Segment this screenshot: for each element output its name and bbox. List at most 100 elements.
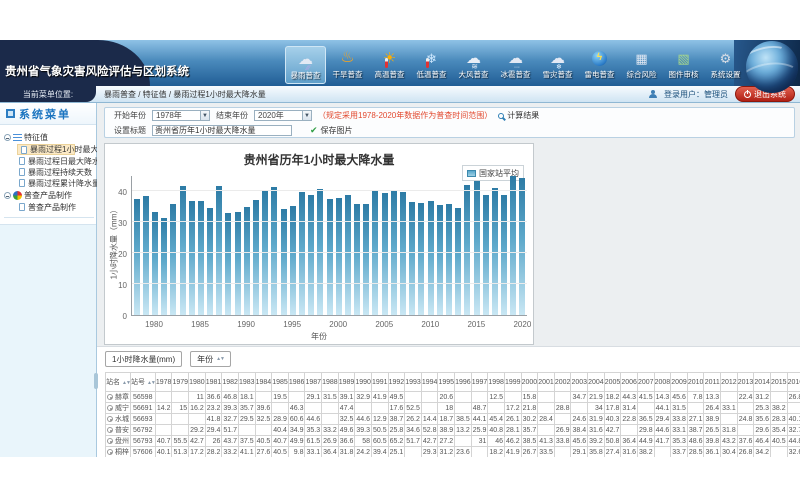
value-cell: 17.8 [604, 403, 621, 414]
value-cell [255, 392, 272, 403]
year-header-2016[interactable]: 2016 [787, 373, 800, 392]
station-name-header[interactable]: 站名 ▲▼ [106, 373, 131, 392]
table-row-57606[interactable]: 桐梓5760640.151.317.228.233.241.127.640.59… [106, 447, 800, 458]
sidebar-item-暴雨过程累计降水量[interactable]: 暴雨过程累计降水量 [17, 178, 94, 188]
year-header-2008[interactable]: 2008 [654, 373, 671, 392]
year-header-2014[interactable]: 2014 [754, 373, 771, 392]
year-header-1999[interactable]: 1999 [504, 373, 521, 392]
year-header-1987[interactable]: 1987 [305, 373, 322, 392]
year-header-1996[interactable]: 1996 [455, 373, 472, 392]
sidebar-group-特征值[interactable]: 特征值 [4, 132, 94, 143]
radio-icon[interactable] [107, 438, 113, 444]
station-id-header[interactable]: 站号 ▲▼ [131, 373, 156, 392]
station-name-cell[interactable]: 普安 [106, 425, 131, 436]
year-header-1980[interactable]: 1980 [189, 373, 206, 392]
station-name-cell[interactable]: 赫章 [106, 392, 131, 403]
year-header-2012[interactable]: 2012 [721, 373, 738, 392]
toolbar-item-冰雹普查[interactable]: ☁∙∙∙冰雹普查 [495, 46, 536, 84]
year-header-1990[interactable]: 1990 [355, 373, 372, 392]
year-header-2011[interactable]: 2011 [704, 373, 721, 392]
toolbar-item-大风普查[interactable]: ☁≋大风普查 [453, 46, 494, 84]
bar-2004 [372, 191, 378, 315]
year-header-1986[interactable]: 1986 [288, 373, 305, 392]
year-header-1998[interactable]: 1998 [488, 373, 505, 392]
main-area: 系统菜单 特征值暴雨过程1小时最大降水量暴雨过程日最大降水量暴雨过程持续天数暴雨… [0, 103, 800, 457]
year-header-1983[interactable]: 1983 [238, 373, 255, 392]
year-header-2009[interactable]: 2009 [671, 373, 688, 392]
station-name-cell[interactable]: 威宁 [106, 403, 131, 414]
year-header-2010[interactable]: 2010 [687, 373, 704, 392]
table-row-56598[interactable]: 赫章565981136.646.818.119.529.131.539.132.… [106, 392, 800, 403]
toolbar-item-雪灾普查[interactable]: ☁❄雪灾普查 [537, 46, 578, 84]
table-row-56793[interactable]: 盘州5679340.755.542.72643.737.540.540.749.… [106, 436, 800, 447]
year-header-2001[interactable]: 2001 [538, 373, 555, 392]
value-cell: 34.9 [288, 425, 305, 436]
chevron-down-icon: ▼ [302, 111, 311, 120]
x-tick-label: 2005 [370, 320, 398, 329]
year-header-1997[interactable]: 1997 [471, 373, 488, 392]
sidebar-item-暴雨过程日最大降水量[interactable]: 暴雨过程日最大降水量 [17, 156, 94, 166]
year-header-1989[interactable]: 1989 [338, 373, 355, 392]
station-name-cell[interactable]: 桐梓 [106, 447, 131, 458]
splitter-handle[interactable] [94, 373, 98, 389]
toolbar-item-综合风险[interactable]: ▦综合风险 [621, 46, 662, 84]
toolbar-item-雷电普查[interactable]: ϟ雷电普查 [579, 46, 620, 84]
toolbar-item-图件审核[interactable]: ▧图件审核 [663, 46, 704, 84]
year-header-2000[interactable]: 2000 [521, 373, 538, 392]
radio-icon[interactable] [107, 449, 113, 455]
tree-expander-icon[interactable] [4, 134, 11, 141]
radio-icon[interactable] [107, 416, 113, 422]
year-header-2003[interactable]: 2003 [571, 373, 588, 392]
value-cell: 11 [189, 392, 206, 403]
toolbar-item-暴雨普查[interactable]: ☁∕∕∕暴雨普查 [285, 46, 326, 84]
save-image-button[interactable]: 保存图片 [310, 125, 353, 136]
year-header-1981[interactable]: 1981 [205, 373, 222, 392]
year-header-2015[interactable]: 2015 [770, 373, 787, 392]
year-header-1985[interactable]: 1985 [272, 373, 289, 392]
year-header-1984[interactable]: 1984 [255, 373, 272, 392]
table-row-56691[interactable]: 威宁5669114.21516.223.239.335.739.646.347.… [106, 403, 800, 414]
station-name-cell[interactable]: 水城 [106, 414, 131, 425]
value-cell: 39.3 [222, 403, 239, 414]
year-header-1979[interactable]: 1979 [172, 373, 189, 392]
year-header-2002[interactable]: 2002 [554, 373, 571, 392]
measure-chip[interactable]: 1小时降水量(mm) [105, 351, 182, 367]
year-header-1993[interactable]: 1993 [405, 373, 422, 392]
end-year-select[interactable]: 2020年 ▼ [254, 110, 312, 121]
toolbar-item-高温普查[interactable]: ☀高温普查 [369, 46, 410, 84]
radio-icon[interactable] [107, 405, 113, 411]
table-row-56693[interactable]: 水城5669341.832.729.532.528.960.644.632.54… [106, 414, 800, 425]
year-header-1988[interactable]: 1988 [322, 373, 339, 392]
year-header-1994[interactable]: 1994 [421, 373, 438, 392]
sidebar-item-暴雨过程1小时最大降水量[interactable]: 暴雨过程1小时最大降水量 [17, 144, 75, 155]
toolbar-item-干旱普查[interactable]: ♨干旱普查 [327, 46, 368, 84]
radio-icon[interactable] [107, 394, 113, 400]
year-header-2004[interactable]: 2004 [588, 373, 605, 392]
year-header-1995[interactable]: 1995 [438, 373, 455, 392]
start-year-select[interactable]: 1978年 ▼ [152, 110, 210, 121]
bar-2010 [428, 201, 434, 315]
value-cell [455, 436, 472, 447]
year-column-chip[interactable]: 年份 ▲▼ [190, 351, 231, 367]
tree-expander-icon[interactable] [4, 192, 11, 199]
radio-icon[interactable] [107, 427, 113, 433]
station-name-cell[interactable]: 盘州 [106, 436, 131, 447]
year-header-1992[interactable]: 1992 [388, 373, 405, 392]
sidebar-item-暴雨过程持续天数[interactable]: 暴雨过程持续天数 [17, 167, 94, 177]
year-header-2013[interactable]: 2013 [737, 373, 754, 392]
sidebar-group-普查产品制作[interactable]: 普查产品制作 [4, 190, 94, 201]
year-header-1982[interactable]: 1982 [222, 373, 239, 392]
calculate-button[interactable]: 计算结果 [498, 110, 539, 121]
year-header-2007[interactable]: 2007 [637, 373, 654, 392]
chart-title-input[interactable] [152, 125, 292, 136]
toolbar-item-label: 系统设置 [711, 69, 741, 80]
bar-1995 [290, 206, 296, 315]
year-header-1978[interactable]: 1978 [155, 373, 172, 392]
table-row-56792[interactable]: 普安5679229.229.451.740.434.935.333.249.63… [106, 425, 800, 436]
year-header-2006[interactable]: 2006 [621, 373, 638, 392]
toolbar-item-系统设置[interactable]: ⚙系统设置 [705, 46, 746, 84]
sidebar-item-普查产品制作[interactable]: 普查产品制作 [17, 202, 94, 212]
year-header-2005[interactable]: 2005 [604, 373, 621, 392]
toolbar-item-低温普查[interactable]: ❄低温普查 [411, 46, 452, 84]
year-header-1991[interactable]: 1991 [371, 373, 388, 392]
